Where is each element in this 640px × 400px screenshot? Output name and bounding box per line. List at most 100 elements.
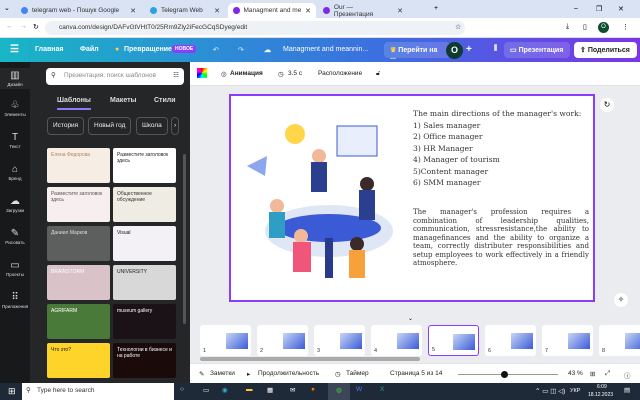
slide[interactable]: The main directions of the manager's wor…: [229, 94, 595, 302]
undo-icon[interactable]: ↶: [213, 46, 219, 54]
reload-icon[interactable]: ↻: [33, 23, 39, 31]
chevron-right-icon[interactable]: ›: [171, 117, 180, 135]
zoom-level[interactable]: 43 %: [568, 370, 583, 377]
template-thumbnail[interactable]: Visual: [113, 226, 176, 261]
template-thumbnail[interactable]: Общественное обсуждение: [113, 187, 176, 222]
back-icon[interactable]: ←: [6, 23, 13, 30]
color-picker-icon[interactable]: [197, 68, 207, 78]
lock-icon[interactable]: 🔓︎: [376, 70, 380, 78]
clock-date[interactable]: 18.12.2023: [588, 392, 613, 398]
fullscreen-icon[interactable]: ⤢: [605, 370, 610, 378]
template-thumbnail[interactable]: Технологии в бизнесе и на работе: [113, 343, 176, 378]
page-thumbnail[interactable]: 3: [314, 325, 365, 356]
chrome-icon[interactable]: ◍: [328, 383, 350, 400]
menu-icon[interactable]: ⋮: [622, 23, 629, 31]
page-thumbnail[interactable]: 7: [542, 325, 593, 356]
excel-icon[interactable]: X: [380, 386, 384, 393]
new-tab-icon[interactable]: +: [434, 5, 438, 12]
browser-tab[interactable]: Telegram Web ✕: [145, 3, 225, 18]
page-thumbnail[interactable]: 5: [428, 325, 479, 356]
duration-button[interactable]: 3.5 с: [288, 70, 302, 77]
help-icon[interactable]: ⓘ: [624, 370, 631, 380]
page-thumbnail[interactable]: 1: [200, 325, 251, 356]
rail-item[interactable]: ☁ Загрузки: [0, 196, 30, 213]
page-thumbnail[interactable]: 8: [599, 325, 640, 356]
tab-layouts[interactable]: Макеты: [110, 97, 137, 104]
panel-scrollbar[interactable]: [183, 154, 186, 324]
minimize-icon[interactable]: –: [574, 5, 578, 12]
close-icon[interactable]: ✕: [397, 7, 403, 15]
template-thumbnail[interactable]: UNIVERSITY: [113, 265, 176, 300]
edge-icon[interactable]: ◉: [222, 386, 228, 394]
rail-item[interactable]: T Текст: [0, 132, 30, 149]
close-icon[interactable]: ✕: [214, 7, 220, 15]
present-button[interactable]: ▭ Презентация: [504, 42, 570, 58]
rail-item[interactable]: ⠿ Приложения: [0, 292, 30, 309]
rail-item[interactable]: ▭ Проекты: [0, 260, 30, 277]
grid-view-icon[interactable]: ⊞: [590, 370, 595, 378]
page-thumbnail[interactable]: 2: [257, 325, 308, 356]
notifications-icon[interactable]: ▤: [624, 386, 630, 394]
tab-styles[interactable]: Стили: [154, 97, 176, 104]
notes-button[interactable]: Заметки: [210, 370, 235, 377]
cortana-icon[interactable]: ○: [180, 386, 184, 393]
zoom-slider-knob[interactable]: [501, 371, 509, 378]
template-thumbnail[interactable]: Что это?: [47, 343, 110, 378]
download-icon[interactable]: ⤓: [566, 23, 569, 31]
transform-button[interactable]: Превращение: [124, 46, 172, 53]
window-close-icon[interactable]: ✕: [618, 5, 624, 13]
analytics-icon[interactable]: ⫼: [494, 45, 497, 53]
bookmark-star-icon[interactable]: ☆: [455, 23, 461, 31]
template-thumbnail[interactable]: Даниил Марков: [47, 226, 110, 261]
chip-history[interactable]: История: [47, 117, 85, 135]
close-icon[interactable]: ✕: [305, 7, 311, 15]
profile-avatar[interactable]: O: [598, 22, 609, 33]
browser-tab-active[interactable]: Managment and meanning of t✕: [228, 3, 316, 18]
firefox-icon[interactable]: ●: [311, 386, 315, 393]
user-avatar[interactable]: O: [446, 42, 463, 59]
browser-tab[interactable]: Our — Презентация ✕: [318, 3, 408, 18]
template-thumbnail[interactable]: Елена Федорова: [47, 148, 110, 183]
sidepanel-icon[interactable]: ▯: [583, 23, 587, 31]
store-icon[interactable]: ▦: [267, 386, 273, 394]
tray-icons[interactable]: ⌃ ▭ ◫ ◁): [535, 387, 565, 395]
mail-icon[interactable]: ✉: [290, 386, 295, 394]
template-thumbnail[interactable]: Разместите заголовок здесь: [113, 148, 176, 183]
position-button[interactable]: Расположение: [318, 70, 362, 77]
chip-school[interactable]: Школа: [136, 117, 168, 135]
slide-paragraph[interactable]: The manager's profession requires a comb…: [413, 208, 589, 268]
word-icon[interactable]: W: [356, 386, 362, 393]
template-thumbnail[interactable]: museum gallery: [113, 304, 176, 339]
template-thumbnail[interactable]: AGRIFARM: [47, 304, 110, 339]
template-search-input[interactable]: ⚲ Презентация: поиск шаблонов ☷: [46, 68, 184, 85]
chevron-down-icon[interactable]: ⌄: [408, 315, 413, 322]
zoom-slider[interactable]: [458, 371, 558, 378]
rail-item[interactable]: ✎ Рисовать: [0, 228, 30, 245]
forward-icon[interactable]: →: [20, 23, 27, 30]
tab-templates[interactable]: Шаблоны: [57, 97, 91, 110]
file-menu[interactable]: Файл: [80, 46, 99, 53]
thumbnail-scrollbar[interactable]: [200, 357, 420, 361]
chip-new-year[interactable]: Новый год: [88, 117, 132, 135]
design-title[interactable]: Managment and meannin...: [283, 46, 368, 53]
rail-item[interactable]: ⌂ Бренд: [0, 164, 30, 181]
filter-icon[interactable]: ☷: [173, 71, 179, 79]
explorer-icon[interactable]: ▬: [246, 386, 253, 393]
url-input[interactable]: canva.com/design/DAFvGtVHtT0/25Rm9Zly2iF…: [45, 21, 465, 35]
language-indicator[interactable]: УКР: [570, 388, 580, 394]
tab-list-icon[interactable]: ⌄: [4, 4, 10, 12]
close-icon[interactable]: ✕: [130, 7, 136, 15]
restore-icon[interactable]: ❐: [596, 5, 602, 13]
page-thumbnail[interactable]: 6: [485, 325, 536, 356]
task-view-icon[interactable]: ▭: [203, 386, 209, 394]
page-thumbnail[interactable]: 4: [371, 325, 422, 356]
animation-button[interactable]: Анимация: [230, 70, 263, 77]
template-thumbnail[interactable]: BRAINSTORM: [47, 265, 110, 300]
add-collaborator-icon[interactable]: +: [466, 44, 472, 55]
magic-icon[interactable]: ✧: [614, 293, 628, 307]
share-button[interactable]: ⇪ Поделиться: [574, 42, 637, 58]
timer-button[interactable]: Таймер: [346, 370, 369, 377]
rail-item[interactable]: ♧ Элементы: [0, 100, 30, 117]
clock-time[interactable]: 6:09: [597, 384, 607, 390]
template-thumbnail[interactable]: Разместите заголовок здесь: [47, 187, 110, 222]
